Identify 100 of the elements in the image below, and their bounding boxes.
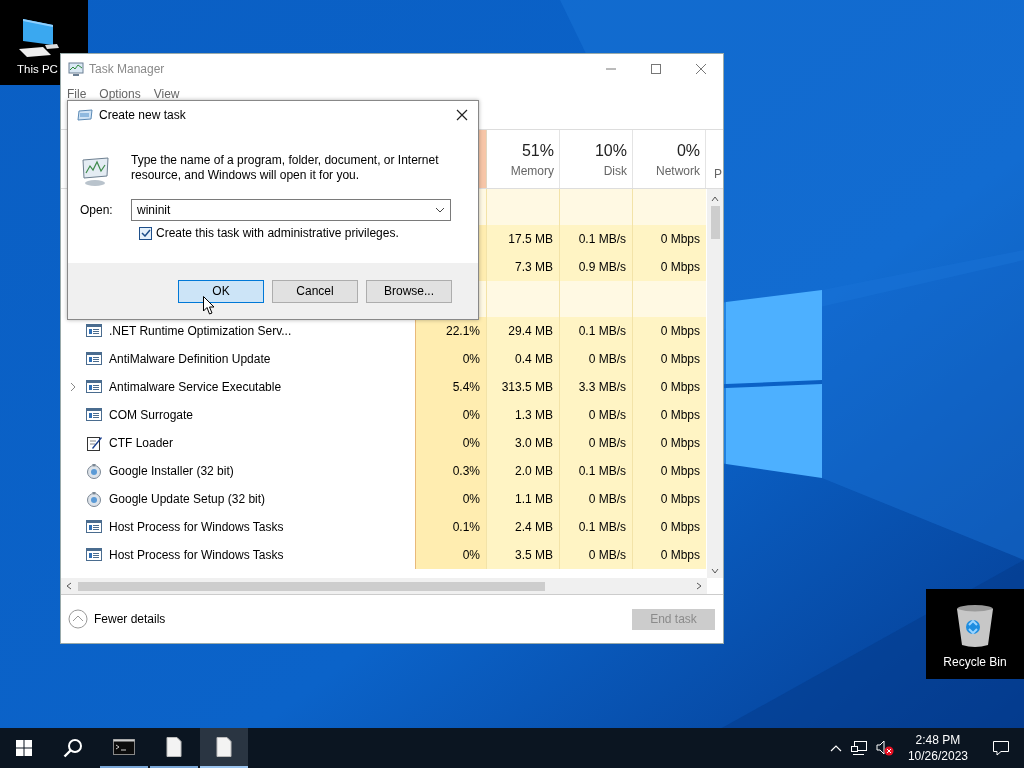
scroll-down-icon[interactable] (711, 568, 719, 574)
console-icon (113, 738, 135, 756)
installer-icon (86, 491, 102, 507)
app-window-icon (86, 547, 102, 563)
table-cell: 0 MB/s (560, 345, 633, 373)
app-window-icon (86, 351, 102, 367)
table-cell: 3.5 MB (487, 541, 560, 569)
maximize-icon[interactable] (650, 62, 662, 75)
chevron-up-icon[interactable] (829, 744, 842, 752)
computer-icon (17, 17, 61, 57)
table-cell: 0% (415, 429, 487, 457)
dialog-message: Type the name of a program, folder, document, or Internet resource, and Windows will open it for you. (131, 153, 440, 183)
dialog-button[interactable]: OK (178, 279, 264, 303)
monitor-chart-icon (68, 60, 84, 77)
column-percent: 51% (521, 142, 554, 160)
field-label: Open: (80, 203, 114, 217)
menu-item[interactable]: View (153, 86, 180, 101)
process-name[interactable]: COM Surrogate (109, 408, 194, 422)
table-cell: 2.4 MB (487, 513, 560, 541)
table-cell: 0 Mbps (633, 401, 706, 429)
run-icon (77, 109, 93, 121)
table-cell: 0.1 MB/s (560, 457, 633, 485)
document-icon (214, 737, 234, 757)
document-icon (164, 737, 184, 757)
process-name[interactable]: Host Process for Windows Tasks (109, 548, 284, 562)
table-cell: 0 Mbps (633, 485, 706, 513)
network-icon[interactable] (849, 740, 868, 756)
app-window-icon (86, 323, 102, 339)
table-cell: 0% (415, 541, 487, 569)
windows-logo-icon[interactable] (16, 740, 32, 756)
table-cell: 0 Mbps (633, 225, 706, 253)
table-cell: 3.3 MB/s (560, 373, 633, 401)
notepad-icon (86, 435, 102, 451)
scrollbar-thumb[interactable] (78, 581, 545, 591)
muted-speaker-icon[interactable] (875, 740, 894, 756)
table-cell: 29.4 MB (487, 317, 560, 345)
clock-time: 2:48 PM (915, 732, 961, 748)
table-cell: 7.3 MB (487, 253, 560, 281)
table-cell: 0 MB/s (560, 401, 633, 429)
dialog-button[interactable]: Cancel (272, 279, 358, 303)
process-name[interactable]: Google Installer (32 bit) (109, 464, 234, 478)
installer-icon (86, 463, 102, 479)
table-cell: 0% (415, 401, 487, 429)
scroll-right-icon[interactable] (696, 582, 702, 590)
checkbox-label[interactable]: Create this task with administrative privileges. (156, 226, 399, 240)
close-icon[interactable] (456, 109, 468, 121)
table-cell: 5.4% (415, 373, 487, 401)
table-cell: 0.1% (415, 513, 487, 541)
app-window-icon (86, 407, 102, 423)
scrollbar-thumb[interactable] (710, 206, 720, 239)
menu-item[interactable]: Options (99, 86, 141, 101)
table-cell: 0 MB/s (560, 541, 633, 569)
table-cell: 0.1 MB/s (560, 225, 633, 253)
dialog-button[interactable]: Browse... (366, 279, 452, 303)
search-icon[interactable] (63, 738, 83, 758)
table-cell: 0.4 MB (487, 345, 560, 373)
notification-icon[interactable] (992, 740, 1010, 756)
column-percent: 0% (676, 142, 700, 160)
chevron-up-circle-icon[interactable] (68, 609, 88, 629)
column-percent: 10% (594, 142, 627, 160)
scroll-up-icon[interactable] (711, 196, 719, 202)
table-cell: 17.5 MB (487, 225, 560, 253)
process-name[interactable]: Antimalware Service Executable (109, 380, 282, 394)
table-cell: 0 Mbps (633, 373, 706, 401)
computer-chart-icon (80, 156, 112, 188)
desktop-icon-label: This PC (17, 63, 58, 75)
scroll-left-icon[interactable] (66, 582, 72, 590)
process-name[interactable]: CTF Loader (109, 436, 174, 450)
table-cell: 0.1 MB/s (560, 513, 633, 541)
process-name[interactable]: AntiMalware Definition Update (109, 352, 271, 366)
taskbar-app[interactable] (200, 728, 248, 768)
table-cell: 0 Mbps (633, 253, 706, 281)
column-label: P (714, 167, 723, 181)
table-cell: 0 Mbps (633, 513, 706, 541)
table-cell: 3.0 MB (487, 429, 560, 457)
open-field[interactable]: wininit (131, 199, 451, 221)
desktop-icon-label: Recycle Bin (943, 655, 1007, 669)
table-cell: 313.5 MB (487, 373, 560, 401)
caret-icon[interactable] (435, 207, 445, 213)
app-window-icon (86, 379, 102, 395)
process-name[interactable]: Google Update Setup (32 bit) (109, 492, 266, 506)
menu-item[interactable]: File (67, 86, 87, 101)
horizontal-scrollbar[interactable] (61, 578, 707, 594)
checkmark-icon (140, 229, 151, 237)
process-name[interactable]: .NET Runtime Optimization Serv... (109, 324, 292, 338)
checkbox[interactable] (139, 226, 152, 240)
column-label: Memory (510, 164, 554, 178)
table-cell: 1.1 MB (487, 485, 560, 513)
desktop-icon[interactable]: Recycle Bin (926, 589, 1024, 679)
table-cell: 0% (415, 485, 487, 513)
table-cell: 0 Mbps (633, 457, 706, 485)
table-cell: 2.0 MB (487, 457, 560, 485)
clock-date: 10/26/2023 (907, 748, 968, 764)
table-cell: 0 Mbps (633, 429, 706, 457)
vertical-scrollbar[interactable] (707, 189, 723, 578)
table-cell: 0.3% (415, 457, 487, 485)
process-name[interactable]: Host Process for Windows Tasks (109, 520, 284, 534)
window-title: Task Manager (89, 61, 165, 76)
fewer-details-link[interactable]: Fewer details (94, 612, 166, 626)
table-cell: 1.3 MB (487, 401, 560, 429)
